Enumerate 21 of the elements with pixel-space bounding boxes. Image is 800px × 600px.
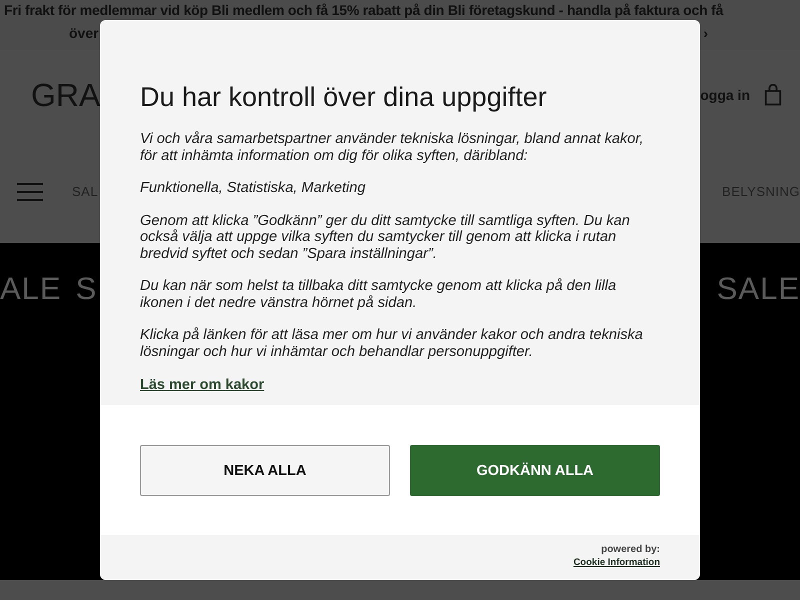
paragraph: Klicka på länken för att läsa mer om hur vi använder kakor och andra tekniska lösningar och hur vi inhämtar och behandlar personuppgifter. [140, 327, 644, 360]
sale-text: SALE [716, 271, 800, 307]
paragraph: Genom att klicka ”Godkänn” ger du ditt samtycke till samtliga syften. Du kan också välja att uppge vilka syften du samtycker till genom att klicka i rutan bredvid syftet och sedan ”Spara inställningar”. [140, 212, 631, 262]
paragraph: Vi och våra samarbetspartner använder tekniska lösningar, bland annat kakor, för att inhämta information om dig för olika syften, däribland: [140, 131, 645, 164]
sale-text: ALE [0, 271, 62, 307]
menu-icon[interactable] [17, 182, 43, 200]
provider-link[interactable]: Cookie Information [573, 557, 660, 568]
paragraph: Funktionella, Statistiska, Marketing [140, 180, 366, 196]
promo-text: över [69, 25, 99, 42]
reject-all-button[interactable]: NEKA ALLA [140, 445, 390, 496]
shopping-bag-icon[interactable] [764, 84, 782, 106]
sale-text: S [76, 271, 98, 307]
paragraph: Du kan när som helst ta tillbaka ditt samtycke genom att klicka på den lilla ikonen i det nedre vänstra hörnet på sidan. [140, 278, 618, 311]
powered-by-text: powered by: [601, 544, 660, 555]
accept-all-button[interactable]: GODKÄNN ALLA [410, 445, 660, 496]
next-arrow[interactable]: › [703, 25, 708, 42]
login-link[interactable]: ogga in [700, 87, 750, 103]
read-more-link[interactable]: Läs mer om kakor [140, 377, 264, 393]
promo-text: Fri frakt för medlemmar vid köp Bli medlem och få 15% rabatt på din Bli företagskund - handla på faktura och få [3, 2, 724, 19]
dialog-title: Du har kontroll över dina uppgifter [140, 82, 548, 113]
logo[interactable]: GRA [31, 76, 100, 114]
